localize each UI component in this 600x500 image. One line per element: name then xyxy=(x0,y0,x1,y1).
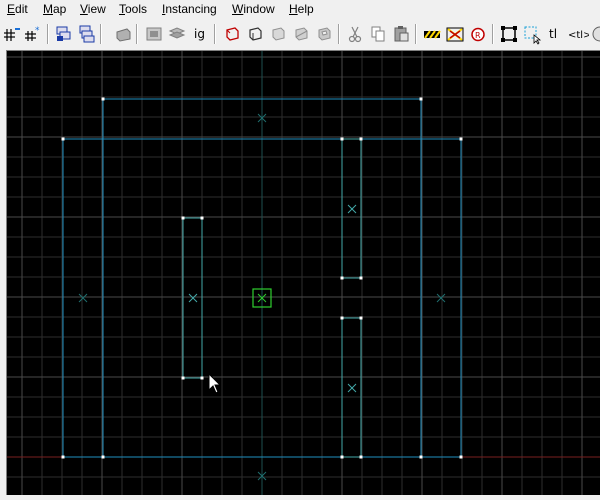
vertex-handle[interactable] xyxy=(200,216,204,220)
hollow-alt-icon[interactable] xyxy=(313,23,335,45)
overflow-icon[interactable] xyxy=(590,23,600,45)
vertex-handle[interactable] xyxy=(359,316,363,320)
vertex-handle[interactable] xyxy=(101,455,105,459)
menu-edit-label: dit xyxy=(15,2,28,16)
ungroup-icon[interactable] xyxy=(75,23,97,45)
status-edge xyxy=(0,495,600,500)
hide-selected-icon[interactable] xyxy=(143,23,165,45)
vertex-handle[interactable] xyxy=(419,97,423,101)
record-icon[interactable]: R xyxy=(467,23,489,45)
vertex-handle[interactable] xyxy=(200,376,204,380)
toolbar-separator xyxy=(47,24,49,44)
center-marker xyxy=(78,293,88,303)
menu-help-accel: H xyxy=(289,2,298,16)
vertex-handle[interactable] xyxy=(459,137,463,141)
menu-help-label: elp xyxy=(297,2,314,16)
show-all-icon[interactable] xyxy=(166,23,188,45)
toolbar-separator xyxy=(492,24,494,44)
menu-window-accel: W xyxy=(232,2,244,16)
menu-tools-label: ools xyxy=(125,2,148,16)
menu-help[interactable]: Help xyxy=(289,2,314,16)
menu-map-label: ap xyxy=(53,2,67,16)
hazard-icon[interactable] xyxy=(421,23,443,45)
menu-view-label: iew xyxy=(87,2,106,16)
tl-icon[interactable]: tl xyxy=(544,23,566,45)
vertex-handle[interactable] xyxy=(101,97,105,101)
grid-minor xyxy=(7,51,600,496)
tl2-icon[interactable]: <tl> xyxy=(567,23,589,45)
paste-icon[interactable] xyxy=(390,23,412,45)
vertex-handle[interactable] xyxy=(181,216,185,220)
viewport-frame xyxy=(0,48,600,500)
vertex-handle[interactable] xyxy=(61,455,65,459)
texture-app-icon[interactable] xyxy=(244,23,266,45)
tl-label: tl xyxy=(549,27,557,41)
cut-icon[interactable] xyxy=(344,23,366,45)
menu-instancing-label: nstancing xyxy=(165,2,217,16)
menu-tools[interactable]: Tools xyxy=(119,2,147,16)
vertex-handle[interactable] xyxy=(340,276,344,280)
vertex-handle[interactable] xyxy=(340,137,344,141)
menu-view-accel: V xyxy=(80,2,88,16)
2d-viewport[interactable] xyxy=(6,50,600,496)
grid-toggle-icon[interactable] xyxy=(1,23,23,45)
toolbar-separator xyxy=(415,24,417,44)
vertex-handle[interactable] xyxy=(181,376,185,380)
vertex-handle[interactable] xyxy=(419,455,423,459)
menu-instancing[interactable]: Instancing xyxy=(162,2,217,16)
vertex-handle[interactable] xyxy=(340,455,344,459)
viewport-canvas[interactable] xyxy=(7,51,600,496)
hollow-icon[interactable] xyxy=(267,23,289,45)
toolbar: * ig R tl <tl> xyxy=(0,20,600,48)
vertex-handle[interactable] xyxy=(459,455,463,459)
toolbar-separator xyxy=(136,24,138,44)
menu-edit[interactable]: Edit xyxy=(7,2,28,16)
menu-edit-accel: E xyxy=(7,2,16,16)
vertex-handle[interactable] xyxy=(340,316,344,320)
hazard-x-icon[interactable] xyxy=(444,23,466,45)
toolbar-separator xyxy=(214,24,216,44)
center-marker xyxy=(347,204,357,214)
center-marker xyxy=(436,293,446,303)
vertex-handle[interactable] xyxy=(359,137,363,141)
vertex-handle[interactable] xyxy=(359,276,363,280)
clip-icon[interactable] xyxy=(290,23,312,45)
toolbar-separator xyxy=(100,24,102,44)
menu-bar: Edit Map View Tools Instancing Window He… xyxy=(0,0,600,19)
svg-text:R: R xyxy=(475,31,481,40)
menu-window-label: indow xyxy=(243,2,275,16)
group-icon[interactable] xyxy=(52,23,74,45)
toolbar-separator xyxy=(338,24,340,44)
grid-3d-toggle-icon[interactable]: * xyxy=(22,23,44,45)
ignore-groups-label: ig xyxy=(194,27,205,41)
menu-map[interactable]: Map xyxy=(43,2,66,16)
copy-icon[interactable] xyxy=(367,23,389,45)
menu-map-accel: M xyxy=(43,2,53,16)
menu-view[interactable]: View xyxy=(80,2,106,16)
texture-lock-icon[interactable] xyxy=(221,23,243,45)
center-marker xyxy=(347,383,357,393)
select-box-icon[interactable] xyxy=(498,23,520,45)
center-marker xyxy=(188,293,198,303)
menu-window[interactable]: Window xyxy=(232,2,275,16)
svg-text:*: * xyxy=(35,26,40,36)
select-cursor-icon[interactable] xyxy=(521,23,543,45)
vertex-handle[interactable] xyxy=(359,455,363,459)
grid-major xyxy=(7,51,600,496)
vertex-handle[interactable] xyxy=(61,137,65,141)
carve-icon[interactable] xyxy=(112,23,134,45)
ignore-groups-icon[interactable]: ig xyxy=(189,23,211,45)
tl2-label: <tl> xyxy=(568,30,589,41)
